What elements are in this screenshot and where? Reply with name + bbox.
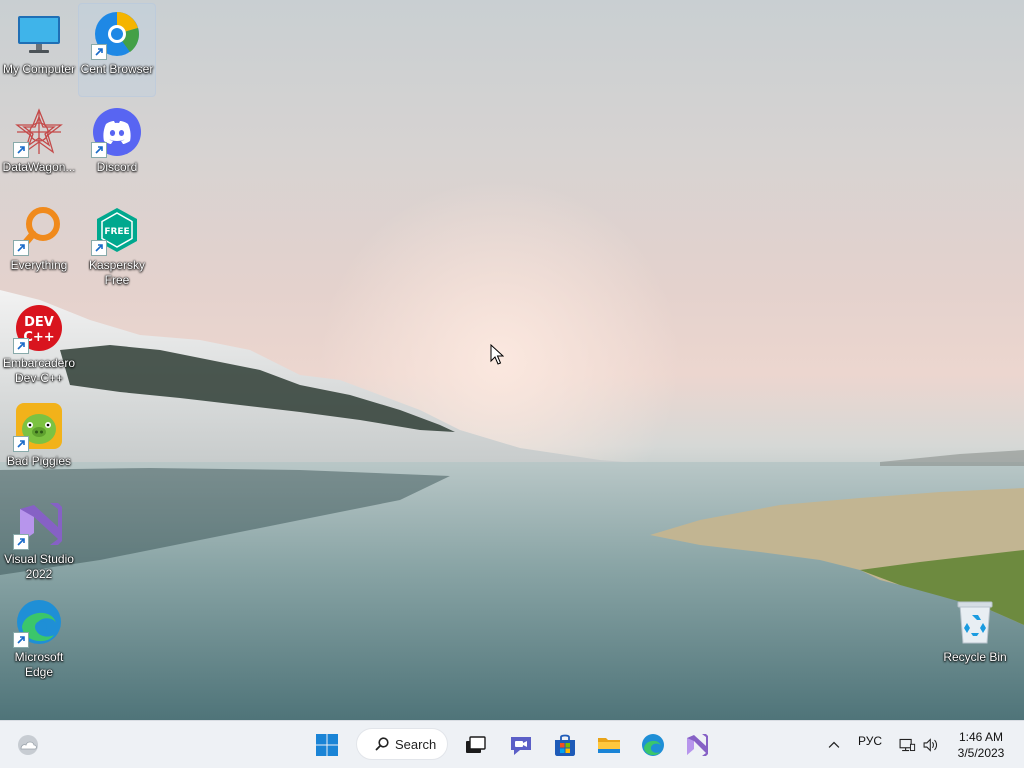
visual-studio-taskbar-button[interactable]: [679, 727, 715, 763]
task-view-button[interactable]: [457, 727, 493, 763]
input-language-indicator[interactable]: РУС: [858, 734, 882, 748]
svg-text:FREE: FREE: [104, 227, 129, 237]
icon-label: Visual Studio 2022: [4, 552, 74, 581]
desktop-icon-recycle-bin[interactable]: Recycle Bin: [937, 592, 1013, 684]
taskbar: Search РУС 1:46 AM 3/5/2023: [0, 720, 1024, 768]
shortcut-arrow-icon: [91, 44, 107, 60]
icon-label: My Computer: [2, 62, 76, 76]
volume-button[interactable]: [918, 727, 944, 763]
visual-studio-icon: [687, 734, 708, 756]
edge-icon: [13, 596, 65, 648]
discord-icon: [91, 106, 143, 158]
shortcut-arrow-icon: [91, 240, 107, 256]
weather-icon: [18, 735, 38, 755]
edge-icon: [642, 734, 664, 756]
widgets-button[interactable]: [10, 727, 46, 763]
bad-piggies-icon: [13, 400, 65, 452]
datawagon-icon: [13, 106, 65, 158]
cent-browser-icon: [91, 8, 143, 60]
task-view-icon: [466, 736, 486, 753]
shortcut-arrow-icon: [13, 436, 29, 452]
start-button[interactable]: [309, 727, 345, 763]
shortcut-arrow-icon: [13, 338, 29, 354]
icon-label: Discord: [96, 160, 138, 174]
speaker-icon: [923, 738, 938, 752]
folder-icon: [598, 738, 620, 753]
desktop-icon-visual-studio[interactable]: Visual Studio 2022: [1, 494, 77, 586]
store-icon: [555, 734, 575, 756]
icon-label: DataWagon...: [2, 160, 76, 174]
file-explorer-button[interactable]: [591, 727, 627, 763]
icon-label: Microsoft Edge: [14, 650, 64, 679]
microsoft-store-button[interactable]: [547, 727, 583, 763]
desktop-icon-devcpp[interactable]: DEV C++ Embarcadero Dev-C++: [1, 298, 77, 390]
icon-label: Embarcadero Dev-C++: [2, 356, 76, 385]
recycle-bin-icon: [949, 596, 1001, 648]
show-hidden-icons-button[interactable]: [816, 727, 852, 763]
network-icon: [899, 738, 916, 752]
devcpp-icon: DEV C++: [13, 302, 65, 354]
desktop-icon-discord[interactable]: Discord: [79, 102, 155, 194]
clock[interactable]: 1:46 AM 3/5/2023: [950, 729, 1012, 761]
chevron-up-icon: [828, 741, 840, 748]
search-label: Search: [395, 736, 437, 752]
desktop-icon-microsoft-edge[interactable]: Microsoft Edge: [1, 592, 77, 684]
windows-logo-icon: [316, 734, 338, 756]
svg-text:DEV: DEV: [24, 315, 54, 330]
search-icon: [375, 737, 389, 751]
shortcut-arrow-icon: [13, 534, 29, 550]
icon-label: Recycle Bin: [943, 650, 1007, 664]
desktop[interactable]: My Computer DataWagon... Everything DEV …: [0, 0, 1024, 720]
everything-icon: [13, 204, 65, 256]
visual-studio-icon: [13, 498, 65, 550]
shortcut-arrow-icon: [13, 240, 29, 256]
desktop-icon-datawagon[interactable]: DataWagon...: [1, 102, 77, 194]
desktop-icon-my-computer[interactable]: My Computer: [1, 4, 77, 96]
shortcut-arrow-icon: [13, 142, 29, 158]
network-button[interactable]: [894, 727, 920, 763]
teams-chat-icon: [511, 737, 531, 755]
desktop-icon-bad-piggies[interactable]: Bad Piggies: [1, 396, 77, 488]
taskbar-search[interactable]: Search: [356, 728, 448, 760]
monitor-icon: [13, 8, 65, 60]
desktop-icon-cent-browser[interactable]: Cent Browser: [78, 3, 156, 97]
chat-button[interactable]: [503, 727, 539, 763]
desktop-icon-kaspersky[interactable]: FREE Kaspersky Free: [79, 200, 155, 292]
desktop-icon-everything[interactable]: Everything: [1, 200, 77, 292]
shortcut-arrow-icon: [91, 142, 107, 158]
icon-label: Cent Browser: [80, 62, 154, 76]
icon-label: Kaspersky Free: [88, 258, 146, 287]
icon-label: Bad Piggies: [6, 454, 72, 468]
clock-time: 1:46 AM: [958, 730, 1004, 744]
shortcut-arrow-icon: [13, 632, 29, 648]
clock-date: 3/5/2023: [957, 746, 1005, 760]
kaspersky-icon: FREE: [91, 204, 143, 256]
icon-label: Everything: [10, 258, 68, 272]
edge-taskbar-button[interactable]: [635, 727, 671, 763]
mouse-cursor-icon: [490, 344, 504, 365]
